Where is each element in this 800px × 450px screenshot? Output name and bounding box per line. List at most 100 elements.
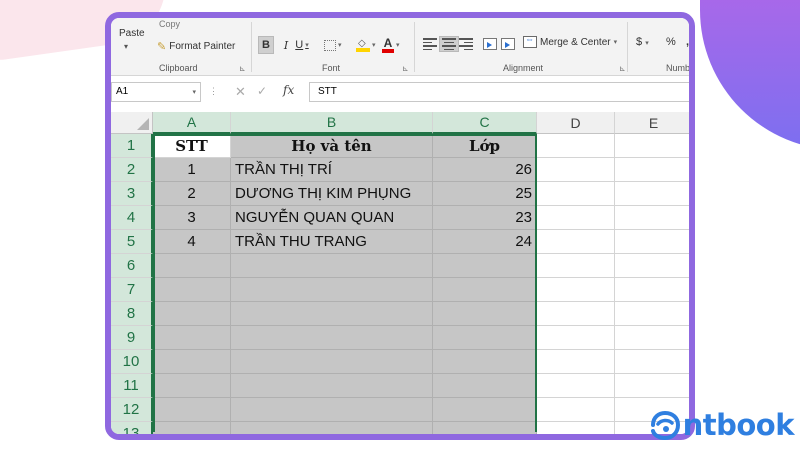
column-header-b[interactable]: B — [231, 112, 433, 134]
cell-b5[interactable]: TRẦN THU TRANG — [231, 230, 433, 254]
cell-b9[interactable] — [231, 326, 433, 350]
decrease-indent-icon[interactable] — [483, 38, 497, 50]
column-header-e[interactable]: E — [615, 112, 689, 134]
cell-d9[interactable] — [537, 326, 615, 350]
cell-c4[interactable]: 23 — [433, 206, 537, 230]
cell-a13[interactable] — [153, 422, 231, 434]
align-left-button[interactable] — [423, 38, 437, 50]
cell-c7[interactable] — [433, 278, 537, 302]
cell-d13[interactable] — [537, 422, 615, 434]
formula-bar-resize-handle[interactable]: ⋮ — [209, 86, 218, 97]
cell-b8[interactable] — [231, 302, 433, 326]
cell-d12[interactable] — [537, 398, 615, 422]
cell-d1[interactable] — [537, 134, 615, 158]
align-right-button[interactable] — [459, 38, 473, 50]
cell-a3[interactable]: 2 — [153, 182, 231, 206]
formula-input[interactable]: STT — [309, 82, 689, 102]
cell-d8[interactable] — [537, 302, 615, 326]
cell-d5[interactable] — [537, 230, 615, 254]
cell-c9[interactable] — [433, 326, 537, 350]
cell-c10[interactable] — [433, 350, 537, 374]
align-center-button[interactable] — [439, 36, 459, 52]
cell-d4[interactable] — [537, 206, 615, 230]
cell-c3[interactable]: 25 — [433, 182, 537, 206]
cell-b4[interactable]: NGUYỄN QUAN QUAN — [231, 206, 433, 230]
cell-b10[interactable] — [231, 350, 433, 374]
paste-dropdown-icon[interactable]: ▾ — [124, 42, 128, 51]
cell-c11[interactable] — [433, 374, 537, 398]
currency-button[interactable]: $ ▾ — [636, 36, 649, 48]
column-header-a[interactable]: A — [153, 112, 231, 134]
underline-button[interactable]: U ▾ — [294, 36, 310, 54]
select-all-button[interactable] — [111, 112, 153, 134]
cell-a5[interactable]: 4 — [153, 230, 231, 254]
format-painter-button[interactable]: ✎ Format Painter — [157, 40, 235, 53]
cell-e5[interactable] — [615, 230, 689, 254]
row-header-2[interactable]: 2 — [111, 158, 153, 182]
cell-b7[interactable] — [231, 278, 433, 302]
alignment-launcher-icon[interactable]: ⊾ — [619, 64, 626, 73]
cell-d7[interactable] — [537, 278, 615, 302]
column-header-c[interactable]: C — [433, 112, 537, 134]
row-header-8[interactable]: 8 — [111, 302, 153, 326]
cell-b12[interactable] — [231, 398, 433, 422]
cell-a4[interactable]: 3 — [153, 206, 231, 230]
cell-a9[interactable] — [153, 326, 231, 350]
cell-c5[interactable]: 24 — [433, 230, 537, 254]
enter-icon[interactable]: ✓ — [257, 84, 267, 98]
cell-e4[interactable] — [615, 206, 689, 230]
cell-d3[interactable] — [537, 182, 615, 206]
cell-d11[interactable] — [537, 374, 615, 398]
increase-indent-icon[interactable] — [501, 38, 515, 50]
cell-a1[interactable]: STT — [153, 134, 231, 158]
cell-b13[interactable] — [231, 422, 433, 434]
font-launcher-icon[interactable]: ⊾ — [402, 64, 409, 73]
cancel-icon[interactable]: ✕ — [235, 84, 246, 100]
cell-e9[interactable] — [615, 326, 689, 350]
cell-c13[interactable] — [433, 422, 537, 434]
row-header-11[interactable]: 11 — [111, 374, 153, 398]
row-header-4[interactable]: 4 — [111, 206, 153, 230]
row-header-7[interactable]: 7 — [111, 278, 153, 302]
row-header-5[interactable]: 5 — [111, 230, 153, 254]
cell-e7[interactable] — [615, 278, 689, 302]
font-color-button[interactable]: A ▾ — [382, 36, 400, 54]
cell-a2[interactable]: 1 — [153, 158, 231, 182]
cell-e10[interactable] — [615, 350, 689, 374]
clipboard-launcher-icon[interactable]: ⊾ — [239, 64, 246, 73]
cell-a12[interactable] — [153, 398, 231, 422]
cell-e3[interactable] — [615, 182, 689, 206]
comma-style-button[interactable]: , — [686, 36, 689, 48]
cell-c8[interactable] — [433, 302, 537, 326]
fill-color-button[interactable]: ◇ ▾ — [356, 36, 376, 54]
cell-e2[interactable] — [615, 158, 689, 182]
row-header-6[interactable]: 6 — [111, 254, 153, 278]
cell-c6[interactable] — [433, 254, 537, 278]
cell-e6[interactable] — [615, 254, 689, 278]
cell-c1[interactable]: Lớp — [433, 134, 537, 158]
cell-b2[interactable]: TRẦN THỊ TRÍ — [231, 158, 433, 182]
percent-button[interactable]: % — [666, 36, 676, 48]
cell-e8[interactable] — [615, 302, 689, 326]
cell-d10[interactable] — [537, 350, 615, 374]
copy-button[interactable]: Copy — [159, 19, 180, 29]
cell-c12[interactable] — [433, 398, 537, 422]
cell-e11[interactable] — [615, 374, 689, 398]
cell-d2[interactable] — [537, 158, 615, 182]
name-box[interactable]: A1 ▾ — [111, 82, 201, 102]
row-header-9[interactable]: 9 — [111, 326, 153, 350]
cell-a7[interactable] — [153, 278, 231, 302]
bold-button[interactable]: B — [258, 36, 274, 54]
cell-c2[interactable]: 26 — [433, 158, 537, 182]
merge-center-button[interactable]: Merge & Center ▾ — [523, 34, 617, 48]
italic-button[interactable]: I — [278, 36, 294, 54]
row-header-13[interactable]: 13 — [111, 422, 153, 434]
cell-a11[interactable] — [153, 374, 231, 398]
cell-b11[interactable] — [231, 374, 433, 398]
row-header-1[interactable]: 1 — [111, 134, 153, 158]
cell-a8[interactable] — [153, 302, 231, 326]
row-header-12[interactable]: 12 — [111, 398, 153, 422]
column-header-d[interactable]: D — [537, 112, 615, 134]
cell-a10[interactable] — [153, 350, 231, 374]
insert-function-icon[interactable]: fx — [283, 83, 294, 97]
